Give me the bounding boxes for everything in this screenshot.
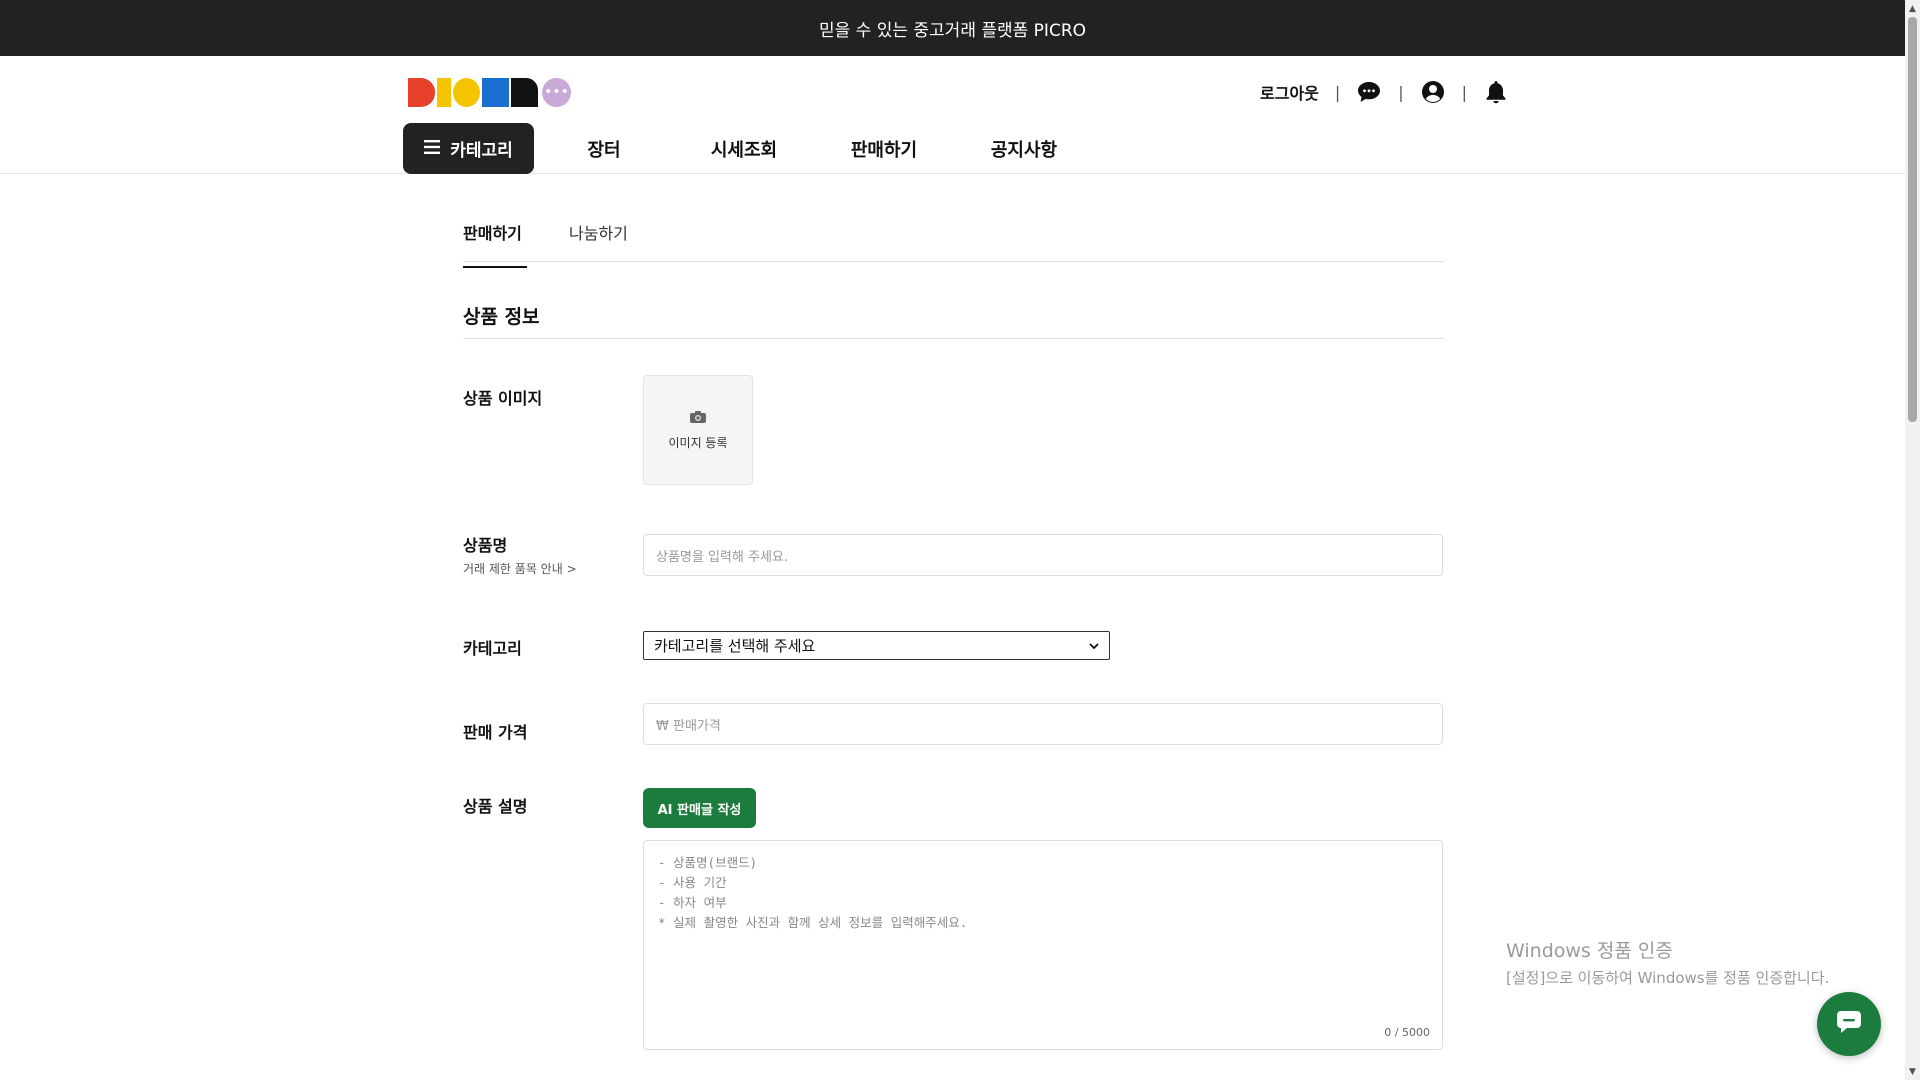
- scroll-down-arrow-icon[interactable]: ▼: [1905, 1063, 1920, 1080]
- nav-item-sell[interactable]: 판매하기: [814, 136, 954, 162]
- sell-share-tabs: 판매하기 나눔하기: [463, 210, 1443, 268]
- placeholder-line: - 상품명(브랜드): [658, 855, 758, 870]
- description-textarea[interactable]: - 상품명(브랜드) - 사용 기간 - 하자 여부 * 실제 촬영한 사진과 …: [643, 840, 1443, 1050]
- notification-bell-icon[interactable]: [1483, 79, 1509, 105]
- category-button-label: 카테고리: [450, 141, 513, 161]
- price-placeholder: ₩ 판매가격: [656, 718, 721, 734]
- watermark-subtitle: [설정]으로 이동하여 Windows를 정품 인증합니다.: [1506, 969, 1830, 987]
- product-image-label: 상품 이미지: [463, 389, 543, 408]
- picro-logo[interactable]: •••: [408, 74, 571, 110]
- price-label: 판매 가격: [463, 723, 528, 742]
- separator: |: [1398, 82, 1404, 102]
- user-utility-bar: 로그아웃 | | |: [1260, 76, 1509, 108]
- scroll-up-arrow-icon[interactable]: ▲: [1905, 0, 1920, 17]
- product-name-placeholder: 상품명을 입력해 주세요.: [656, 549, 788, 565]
- product-name-input[interactable]: 상품명을 입력해 주세요.: [643, 534, 1443, 576]
- nav-item-market[interactable]: 장터: [534, 136, 674, 162]
- placeholder-line: - 사용 기간: [658, 875, 727, 890]
- chevron-down-icon: [1089, 639, 1099, 653]
- site-header: ••• 로그아웃 | | | 카테고리 장터 시세조회 판매하기 공지사항: [0, 56, 1905, 174]
- separator: |: [1334, 82, 1341, 102]
- announcement-bar: 믿을 수 있는 중고거래 플랫폼 PICRO: [0, 0, 1905, 56]
- category-menu-button[interactable]: 카테고리: [403, 123, 534, 174]
- placeholder-line: * 실제 촬영한 사진과 함께 상세 정보를 입력해주세요.: [658, 915, 968, 930]
- ai-writing-button[interactable]: AI 판매글 작성: [643, 788, 756, 828]
- windows-activation-watermark: Windows 정품 인증 [설정]으로 이동하여 Windows를 정품 인증…: [1506, 936, 1829, 988]
- tab-sell[interactable]: 판매하기: [463, 220, 527, 268]
- chat-bubble-icon: [1835, 1009, 1863, 1039]
- nav-item-price-check[interactable]: 시세조회: [674, 136, 814, 162]
- logo-letter-c: [453, 77, 480, 107]
- logo-letter-p: [408, 77, 435, 107]
- logo-letter-i: [437, 77, 451, 107]
- logo-letter-r: [511, 77, 538, 107]
- user-profile-icon[interactable]: [1420, 79, 1446, 105]
- logo-dots-icon: •••: [542, 77, 571, 107]
- main-navigation: 카테고리 장터 시세조회 판매하기 공지사항: [403, 123, 1094, 174]
- page-scrollbar[interactable]: ▲ ▼: [1905, 0, 1920, 1080]
- product-name-label: 상품명: [463, 536, 508, 555]
- character-counter: 0 / 5000: [1384, 1026, 1430, 1039]
- announcement-text: 믿을 수 있는 중고거래 플랫폼 PICRO: [818, 20, 1087, 41]
- image-upload-button[interactable]: 이미지 등록: [643, 375, 753, 485]
- separator: |: [1461, 82, 1468, 102]
- camera-icon: [689, 410, 707, 428]
- scrollbar-thumb[interactable]: [1908, 17, 1917, 422]
- category-select-value: 카테고리를 선택해 주세요: [654, 637, 816, 655]
- hamburger-icon: [424, 139, 441, 159]
- restricted-items-link[interactable]: 거래 제한 품목 안내 >: [463, 560, 577, 577]
- chat-floating-button[interactable]: [1817, 992, 1881, 1056]
- section-title: 상품 정보: [463, 306, 540, 328]
- image-upload-label: 이미지 등록: [668, 435, 728, 450]
- category-label: 카테고리: [463, 639, 522, 658]
- logout-link[interactable]: 로그아웃: [1260, 80, 1319, 104]
- tab-share[interactable]: 나눔하기: [569, 220, 628, 244]
- placeholder-line: - 하자 여부: [658, 895, 727, 910]
- description-label: 상품 설명: [463, 797, 528, 816]
- nav-item-notice[interactable]: 공지사항: [954, 136, 1094, 162]
- logo-letter-o: [482, 77, 509, 107]
- category-select[interactable]: 카테고리를 선택해 주세요: [643, 631, 1110, 660]
- watermark-title: Windows 정품 인증: [1506, 940, 1673, 962]
- section-divider: [463, 338, 1443, 339]
- chat-icon[interactable]: [1356, 79, 1382, 105]
- price-input[interactable]: ₩ 판매가격: [643, 703, 1443, 745]
